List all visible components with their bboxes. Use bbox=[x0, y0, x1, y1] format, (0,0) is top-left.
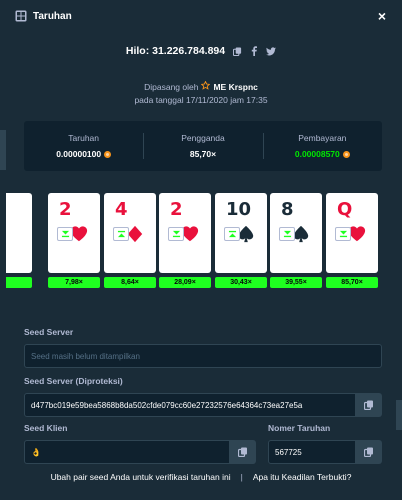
stat-label: Pengganda bbox=[181, 133, 225, 143]
username-link[interactable]: ME Krspnc bbox=[213, 82, 257, 92]
stat-value-row: 85,70× bbox=[190, 149, 216, 159]
stat-multiplier: Pengganda 85,70× bbox=[143, 121, 262, 171]
modal-header: Taruhan × bbox=[6, 0, 396, 32]
stat-bet-amount: Taruhan 0.00000100 bbox=[24, 121, 143, 171]
nonce-field[interactable]: 567725 bbox=[268, 440, 356, 464]
bet-slip-icon bbox=[15, 10, 27, 22]
copy-icon[interactable] bbox=[356, 440, 382, 464]
lower-arrow-icon bbox=[279, 227, 295, 241]
client-seed-field[interactable]: 👌 bbox=[24, 440, 230, 464]
change-seed-link[interactable]: Ubah pair seed Anda untuk verifikasi tar… bbox=[51, 472, 231, 482]
placed-by: Dipasang oleh ME Krspnc bbox=[6, 80, 396, 92]
stat-value: 0.00008570 bbox=[294, 149, 340, 159]
placed-by-prefix: Dipasang oleh bbox=[144, 81, 199, 92]
playing-card: 10 bbox=[215, 193, 267, 273]
bet-id-row: Hilo: 31.226.784.894 bbox=[6, 45, 396, 57]
playing-card bbox=[6, 193, 32, 273]
copy-link-icon[interactable] bbox=[232, 46, 242, 56]
card-rank: Q bbox=[337, 199, 353, 220]
multiplier-badge: 30,43× bbox=[215, 277, 267, 288]
stat-label: Taruhan bbox=[68, 133, 100, 143]
close-icon[interactable]: × bbox=[378, 9, 386, 23]
facebook-icon[interactable] bbox=[249, 46, 259, 56]
hashed-seed-label: Seed Server (Diproteksi) bbox=[24, 376, 123, 386]
card-rank: 10 bbox=[226, 199, 252, 220]
footer-separator: | bbox=[240, 472, 243, 482]
nonce-label: Nomer Taruhan bbox=[268, 423, 331, 433]
higher-arrow-icon bbox=[224, 227, 240, 241]
provably-fair-link[interactable]: Apa itu Keadilan Terbukti? bbox=[253, 472, 352, 482]
hashed-seed-field[interactable]: d477bc019e59bea5868b8da502cfde079cc60e27… bbox=[24, 393, 356, 417]
stats-panel: Taruhan 0.00000100 Pengganda 85,70× Pemb… bbox=[24, 121, 382, 171]
client-seed-group: Seed Klien 👌 bbox=[24, 423, 256, 464]
lower-arrow-icon bbox=[335, 227, 351, 241]
hashed-seed-group: Seed Server (Diproteksi) d477bc019e59bea… bbox=[24, 376, 382, 417]
copy-icon[interactable] bbox=[356, 393, 382, 417]
multiplier-badge: 8,64× bbox=[104, 277, 156, 288]
multiplier-badge: 28,09× bbox=[159, 277, 211, 288]
stat-value: 85,70× bbox=[189, 149, 217, 159]
nonce-group: Nomer Taruhan 567725 bbox=[268, 423, 382, 464]
playing-card: 2 bbox=[48, 193, 100, 273]
card-rank: 2 bbox=[170, 199, 183, 220]
copy-icon[interactable] bbox=[230, 440, 256, 464]
background-right bbox=[396, 0, 402, 500]
stat-label: Pembayaran bbox=[298, 133, 347, 143]
multiplier-badge: 85,70× bbox=[326, 277, 378, 288]
twitter-icon[interactable] bbox=[266, 46, 277, 56]
modal-title: Taruhan bbox=[33, 10, 72, 22]
card-history: 2 7,98× 4 8,64× 2 28,09× 10 30,43× 8 39,55× Q 85,70… bbox=[6, 193, 396, 293]
lower-arrow-icon bbox=[57, 227, 73, 241]
bitcoin-icon bbox=[342, 150, 350, 158]
multiplier-badge: 7,98× bbox=[48, 277, 100, 288]
playing-card: 8 bbox=[270, 193, 322, 273]
playing-card: 4 bbox=[104, 193, 156, 273]
server-seed-label: Seed Server bbox=[24, 327, 74, 337]
modal-footer: Ubah pair seed Anda untuk verifikasi tar… bbox=[6, 472, 396, 482]
playing-card: Q bbox=[326, 193, 378, 273]
card-rank: 2 bbox=[59, 199, 72, 220]
lower-arrow-icon bbox=[168, 227, 184, 241]
higher-arrow-icon bbox=[113, 227, 129, 241]
multiplier-badge bbox=[6, 277, 32, 288]
server-seed-field[interactable]: Seed masih belum ditampilkan bbox=[24, 344, 382, 368]
bet-date: pada tanggal 17/11/2020 jam 17:35 bbox=[134, 95, 268, 105]
bitcoin-icon bbox=[104, 150, 112, 158]
card-rank: 4 bbox=[115, 199, 128, 220]
playing-card: 2 bbox=[159, 193, 211, 273]
star-icon bbox=[201, 80, 211, 92]
stat-value-row: 0.00000100 bbox=[56, 149, 112, 159]
stat-value: 0.00000100 bbox=[56, 149, 102, 159]
server-seed-group: Seed Server Seed masih belum ditampilkan bbox=[24, 327, 382, 368]
stat-value-row: 0.00008570 bbox=[295, 149, 350, 159]
client-seed-label: Seed Klien bbox=[24, 423, 68, 433]
stat-payout: Pembayaran 0.00008570 bbox=[262, 121, 382, 171]
bet-modal: Taruhan × Hilo: 31.226.784.894 Dipasang … bbox=[6, 0, 396, 500]
multiplier-badge: 39,55× bbox=[270, 277, 322, 288]
card-rank: 8 bbox=[281, 199, 294, 220]
bet-id: Hilo: 31.226.784.894 bbox=[125, 45, 226, 57]
